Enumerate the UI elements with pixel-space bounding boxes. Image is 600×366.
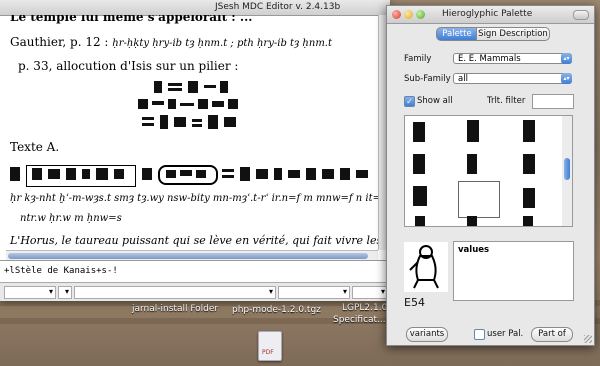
status-dropdown[interactable]: ▾	[278, 286, 350, 299]
doc-line-translit-2: ntr.w ḥr.w m ḥnw=s	[20, 213, 122, 224]
doc-line-texte-a: Texte A.	[10, 140, 60, 154]
chevron-down-icon: ▾	[64, 287, 69, 296]
sign-cell[interactable]	[415, 216, 425, 226]
tab-sign-description[interactable]: Sign Description	[476, 27, 550, 41]
sign-cell[interactable]	[467, 120, 479, 142]
pdf-file-icon[interactable]: PDF	[258, 331, 282, 361]
doc-line-french: L'Horus, le taureau puissant qui se lève…	[10, 234, 378, 247]
editor-titlebar[interactable]: JSesh MDC Editor v. 2.4.13b	[0, 0, 390, 16]
subfamily-label: Sub-Family	[404, 74, 451, 84]
gauthier-ref: Gauthier, p. 12 :	[10, 35, 109, 49]
hieroglyph-line	[8, 163, 378, 191]
chevron-down-icon: ▾	[48, 287, 53, 296]
editor-title: JSesh MDC Editor v. 2.4.13b	[215, 2, 341, 12]
family-value: E. E. Mammals	[458, 54, 521, 64]
hieroglyphic-palette-window: Hieroglyphic Palette Palette Sign Descri…	[386, 5, 595, 346]
subfamily-value: all	[458, 74, 468, 84]
status-dropdown[interactable]: ▾	[352, 286, 388, 299]
sign-cell[interactable]	[523, 120, 535, 142]
sign-cell[interactable]	[467, 154, 477, 174]
sign-cell[interactable]	[523, 188, 535, 208]
editor-status-bar: ▾ ▾ ▾ ▾ ▾	[0, 282, 390, 301]
minimize-button[interactable]	[404, 10, 413, 19]
scroll-thumb[interactable]	[8, 253, 368, 259]
tab-palette[interactable]: Palette	[436, 27, 478, 41]
user-pal-checkbox[interactable]	[474, 329, 485, 340]
user-pal-label: user Pal.	[487, 329, 524, 339]
sign-cell[interactable]	[413, 154, 425, 174]
trlt-filter-label: Trlt. filter	[487, 96, 526, 106]
desktop-folder-label[interactable]: jarnal-install Folder	[132, 304, 218, 314]
updown-arrows-icon: ▴▾	[561, 73, 572, 84]
selected-sign-cell[interactable]	[458, 181, 500, 218]
updown-arrows-icon: ▴▾	[561, 53, 572, 64]
show-all-checkbox[interactable]: ✓	[404, 96, 415, 107]
sign-cell[interactable]	[413, 122, 425, 142]
selected-sign-code: E54	[404, 296, 425, 309]
resize-grip[interactable]	[584, 335, 592, 343]
hieroglyph-block	[136, 79, 246, 141]
doc-line-translit-1: ḥr kȝ-nht ḫʿ-m-wȝs.t smȝ tȝ.wy nsw-bity …	[10, 193, 378, 204]
toolbar-toggle-button[interactable]	[573, 10, 589, 20]
mdc-text: +lStèle de Kanais+s-!	[4, 266, 118, 276]
part-of-button[interactable]: Part of	[531, 327, 573, 342]
zoom-button[interactable]	[416, 10, 425, 19]
family-label: Family	[404, 54, 432, 64]
values-label: values	[458, 245, 490, 255]
doc-line-gauthier: Gauthier, p. 12 : ḥr-ḥḳty ḥry-ib tȝ ḥnm.…	[10, 35, 332, 49]
document-view[interactable]: Le temple lui même s'appelorait : ... Ga…	[6, 15, 378, 250]
status-dropdown[interactable]: ▾	[58, 286, 72, 299]
sign-values-box: values	[453, 241, 574, 301]
chevron-down-icon: ▾	[342, 287, 347, 296]
status-dropdown[interactable]: ▾	[74, 286, 276, 299]
palette-title: Hieroglyphic Palette	[442, 9, 533, 19]
status-dropdown[interactable]: ▾	[4, 286, 56, 299]
doc-line-p33: p. 33, allocution d'Isis sur un pilier :	[18, 59, 239, 73]
sign-cell[interactable]	[523, 154, 535, 174]
sign-cell[interactable]	[413, 186, 427, 206]
doc-line-top: Le temple lui même s'appelorait : ...	[10, 15, 253, 24]
chevron-down-icon: ▾	[268, 287, 273, 296]
sign-preview	[404, 242, 448, 292]
palette-titlebar[interactable]: Hieroglyphic Palette	[387, 6, 594, 24]
variants-button[interactable]: variants	[406, 327, 448, 342]
gauthier-translit: ḥr-ḥḳty ḥry-ib tȝ ḥnm.t ; pth ḥry-ib tȝ …	[112, 38, 332, 49]
close-button[interactable]	[392, 10, 401, 19]
mdc-input-field[interactable]: +lStèle de Kanais+s-!	[0, 260, 390, 283]
family-select[interactable]: E. E. Mammals ▴▾	[453, 53, 572, 64]
subfamily-select[interactable]: all ▴▾	[453, 73, 572, 84]
scroll-thumb[interactable]	[564, 158, 570, 180]
sign-grid[interactable]	[404, 115, 564, 227]
sign-cell[interactable]	[523, 216, 533, 226]
baboon-sign-icon	[409, 245, 439, 289]
pdf-icon-label: PDF	[262, 349, 274, 356]
mdc-editor-window: JSesh MDC Editor v. 2.4.13b Le temple lu…	[0, 0, 391, 301]
chevron-down-icon: ▾	[380, 287, 385, 296]
show-all-label: Show all	[417, 96, 453, 106]
sign-cell[interactable]	[467, 216, 477, 226]
trlt-filter-input[interactable]	[532, 94, 574, 109]
sign-grid-scrollbar[interactable]	[562, 115, 573, 227]
desktop-file-label[interactable]: php-mode-1.2.0.tgz	[232, 305, 321, 315]
